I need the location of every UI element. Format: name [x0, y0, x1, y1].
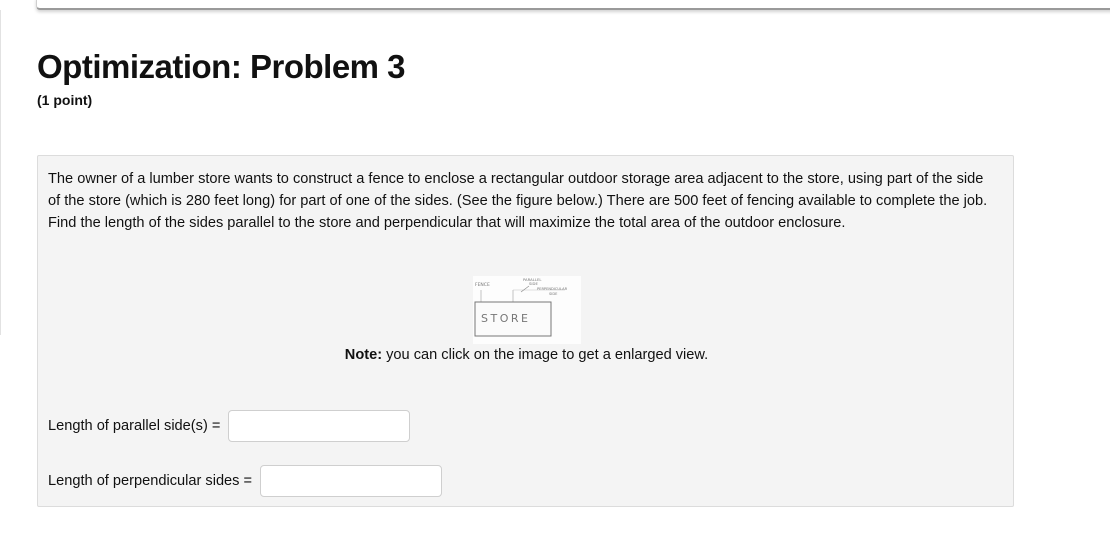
parallel-side-input[interactable]: [228, 410, 411, 442]
problem-statement: The owner of a lumber store wants to con…: [48, 171, 988, 231]
answer-row-parallel: Length of parallel side(s) =: [48, 410, 411, 442]
figure-store-label: STORE: [481, 312, 530, 325]
note-label: Note:: [344, 347, 383, 363]
points-label: (1 point): [37, 92, 93, 108]
left-divider: [0, 10, 1, 335]
figure-perpendicular-label-2: SIDE: [549, 292, 558, 296]
figure-parallel-label-2: SIDE: [529, 281, 538, 286]
top-panel-edge: [36, 0, 1110, 10]
perpendicular-side-label: Length of perpendicular sides =: [48, 473, 253, 489]
perpendicular-side-input[interactable]: [260, 465, 443, 497]
problem-figure-image[interactable]: FENCE PARALLEL SIDE PERPENDICULAR SIDE S…: [473, 276, 581, 344]
page-title: Optimization: Problem 3: [37, 48, 406, 85]
figure-fence-label: FENCE: [475, 282, 490, 288]
figure-note: Note: you can click on the image to get …: [38, 347, 1015, 363]
problem-box: The owner of a lumber store wants to con…: [37, 155, 1014, 507]
note-text: you can click on the image to get a enla…: [382, 347, 709, 363]
figure-perpendicular-label-1: PERPENDICULAR: [537, 287, 568, 291]
answer-row-perpendicular: Length of perpendicular sides =: [48, 465, 443, 497]
fence-store-sketch: FENCE PARALLEL SIDE PERPENDICULAR SIDE S…: [473, 276, 581, 344]
parallel-side-label: Length of parallel side(s) =: [48, 418, 221, 434]
